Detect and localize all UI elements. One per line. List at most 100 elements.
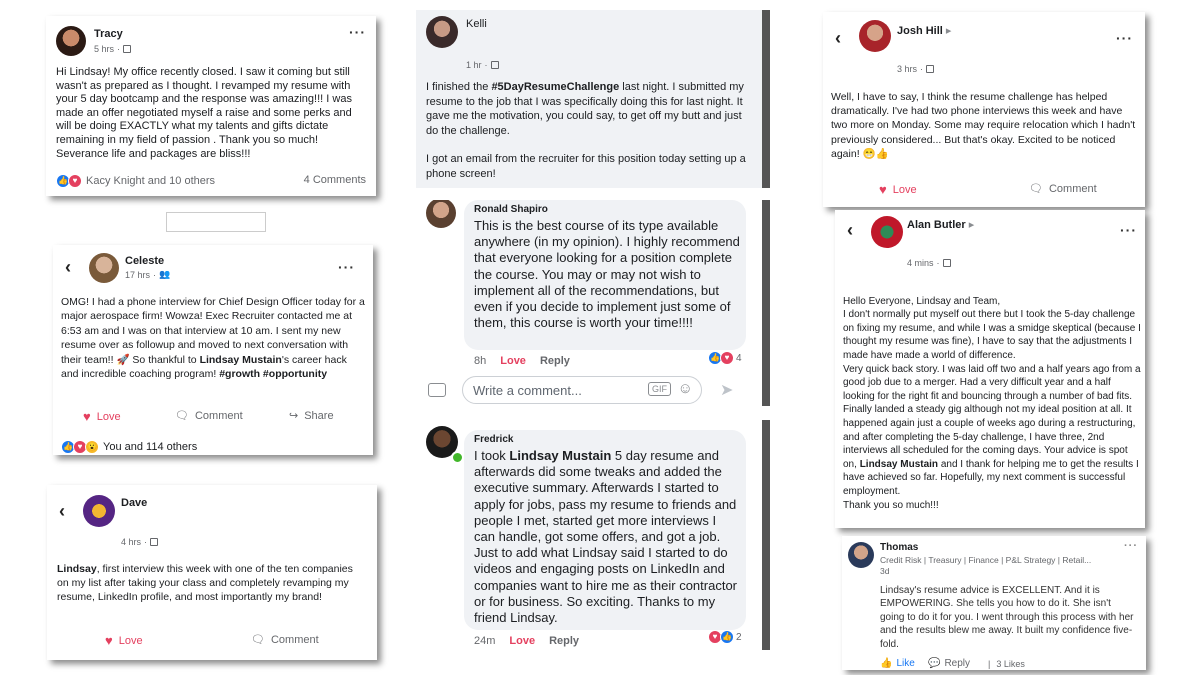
kelli-timestamp: 1 hr ·	[466, 60, 499, 70]
thomas-like-button[interactable]: 👍 Like	[880, 658, 915, 669]
comment-icon: 🗨	[1029, 183, 1043, 195]
fredrick-comment-actions: 24m Love Reply	[474, 635, 580, 647]
kelli-post-text-2: I got an email from the recruiter for th…	[426, 153, 746, 180]
ronald-avatar[interactable]	[426, 200, 456, 228]
alan-post-text: Hello Everyone, Lindsay and Team, I don'…	[843, 295, 1141, 511]
dave-timestamp: 4 hrs ·	[121, 537, 159, 547]
celeste-share-button[interactable]: ↪ Share	[289, 409, 334, 423]
celeste-name[interactable]: Celeste	[125, 255, 164, 267]
alan-post-card: ‹ Alan Butler ▸ 4 mins · ··· Hello Everyo…	[835, 210, 1145, 528]
celeste-comment-button[interactable]: 🗨 Comment	[175, 409, 243, 423]
ronald-reaction-count[interactable]: 👍 ♥ 4	[708, 351, 742, 365]
send-icon[interactable]: ➤	[720, 380, 733, 400]
fredrick-comment-text: I took Lindsay Mustain 5 day resume and …	[474, 448, 738, 626]
back-chevron-icon[interactable]: ‹	[65, 257, 71, 278]
emoji-icon[interactable]: ☺	[678, 380, 693, 397]
tracy-reactions[interactable]: 👍 ♥ Kacy Knight and 10 others	[56, 174, 215, 188]
audience-icon	[926, 65, 935, 73]
dave-post-text: Lindsay, first interview this week with …	[57, 563, 353, 604]
dave-love-button[interactable]: ♥ Love	[105, 633, 143, 648]
alan-name[interactable]: Alan Butler ▸	[907, 218, 974, 231]
friends-icon: 👥	[159, 269, 171, 279]
josh-avatar[interactable]	[859, 20, 891, 52]
josh-comment-button[interactable]: 🗨 Comment	[1029, 182, 1097, 196]
thomas-name[interactable]: Thomas	[880, 542, 918, 553]
comment-icon: 🗨	[251, 634, 265, 646]
dave-comment-button[interactable]: 🗨 Comment	[251, 633, 319, 647]
josh-post-text: Well, I have to say, I think the resume …	[831, 91, 1136, 160]
dave-name[interactable]: Dave	[121, 497, 147, 509]
celeste-avatar[interactable]	[89, 253, 119, 283]
fredrick-name[interactable]: Fredrick	[474, 434, 513, 445]
ronald-comment-text: This is the best course of its type avai…	[474, 218, 740, 331]
fredrick-love-link[interactable]: Love	[509, 635, 535, 647]
mention-lindsay[interactable]: Lindsay Mustain	[509, 448, 611, 463]
heart-icon: ♥	[105, 633, 113, 648]
mention-lindsay[interactable]: Lindsay Mustain	[860, 459, 938, 470]
back-chevron-icon[interactable]: ‹	[59, 501, 65, 522]
ronald-love-link[interactable]: Love	[500, 355, 526, 367]
tracy-timestamp: 5 hrs ·	[94, 44, 132, 54]
celeste-post-card: ‹ Celeste 17 hrs · 👥 ··· OMG! I had a phon…	[53, 245, 373, 455]
tracy-post-card: Tracy 5 hrs · ··· Hi Lindsay! My office r…	[46, 16, 376, 196]
fredrick-reaction-count[interactable]: ♥ 👍 2	[708, 630, 742, 644]
fredrick-comment-bubble: Fredrick I took Lindsay Mustain 5 day re…	[464, 430, 746, 630]
love-reaction-icon: ♥	[720, 351, 734, 365]
ronald-name[interactable]: Ronald Shapiro	[474, 204, 548, 215]
celeste-post-text: OMG! I had a phone interview for Chief D…	[61, 296, 365, 381]
kelli-name[interactable]: Kelli	[466, 18, 487, 30]
ronald-comment-actions: 8h Love Reply	[474, 355, 570, 367]
celeste-reactions[interactable]: 👍 ♥ 😮 You and 114 others	[61, 440, 197, 454]
dave-avatar[interactable]	[83, 495, 115, 527]
mention-lindsay[interactable]: Lindsay Mustain	[200, 354, 282, 366]
back-chevron-icon[interactable]: ‹	[835, 28, 841, 49]
more-options-icon[interactable]: ···	[349, 24, 366, 40]
camera-icon[interactable]	[428, 383, 446, 397]
audience-icon	[490, 61, 499, 69]
fredrick-comment-card: Fredrick I took Lindsay Mustain 5 day re…	[416, 420, 770, 650]
ronald-reply-link[interactable]: Reply	[540, 355, 570, 367]
audience-icon	[150, 538, 159, 546]
more-options-icon[interactable]: ···	[338, 259, 355, 275]
audience-icon	[123, 45, 132, 53]
audience-icon	[942, 259, 951, 267]
hashtag-5dayresumechallenge[interactable]: #5DayResumeChallenge	[491, 81, 619, 93]
comment-input[interactable]: Write a comment... GIF ☺	[462, 376, 702, 404]
josh-post-card: ‹ Josh Hill ▸ 3 hrs · ··· Well, I have to…	[823, 12, 1145, 207]
josh-timestamp: 3 hrs ·	[897, 64, 935, 74]
ronald-comment-card: Ronald Shapiro This is the best course o…	[416, 200, 770, 406]
tracy-avatar[interactable]	[56, 26, 86, 56]
wow-reaction-icon: 😮	[85, 440, 99, 454]
like-reaction-icon: 👍	[720, 630, 734, 644]
tracy-post-text: Hi Lindsay! My office recently closed. I…	[56, 66, 352, 160]
josh-name[interactable]: Josh Hill ▸	[897, 24, 951, 37]
back-chevron-icon[interactable]: ‹	[847, 220, 853, 241]
thumbs-up-icon: 👍	[880, 658, 893, 669]
josh-love-button[interactable]: ♥ Love	[879, 182, 917, 197]
alan-avatar[interactable]	[871, 216, 903, 248]
thomas-comment-text: Lindsay's resume advice is EXCELLENT. An…	[880, 585, 1134, 650]
separator-block	[166, 212, 266, 232]
mention-lindsay[interactable]: Lindsay	[57, 563, 97, 575]
heart-icon: ♥	[879, 182, 887, 197]
arrow-right-icon: ▸	[965, 219, 975, 231]
tracy-comment-count[interactable]: 4 Comments	[304, 174, 366, 186]
alan-timestamp: 4 mins ·	[907, 258, 951, 268]
gif-icon[interactable]: GIF	[648, 382, 671, 396]
thomas-reply-button[interactable]: 💬 Reply	[928, 658, 970, 669]
thomas-avatar[interactable]	[848, 542, 874, 568]
fredrick-reply-link[interactable]: Reply	[549, 635, 579, 647]
kelli-avatar[interactable]	[426, 16, 458, 48]
thomas-like-count: | 3 Likes	[988, 659, 1025, 669]
more-options-icon[interactable]: ···	[1116, 30, 1133, 46]
arrow-right-icon: ▸	[942, 25, 952, 37]
more-options-icon[interactable]: ···	[1124, 540, 1138, 552]
ronald-comment-bubble: Ronald Shapiro This is the best course o…	[464, 200, 746, 350]
reply-icon: 💬	[928, 658, 941, 669]
celeste-love-button[interactable]: ♥ Love	[83, 409, 121, 424]
hashtags[interactable]: #growth #opportunity	[219, 368, 327, 380]
thomas-comment-card: Thomas Credit Risk | Treasury | Finance …	[842, 536, 1146, 670]
tracy-name[interactable]: Tracy	[94, 28, 123, 40]
comment-icon: 🗨	[175, 410, 189, 422]
more-options-icon[interactable]: ···	[1120, 222, 1137, 238]
